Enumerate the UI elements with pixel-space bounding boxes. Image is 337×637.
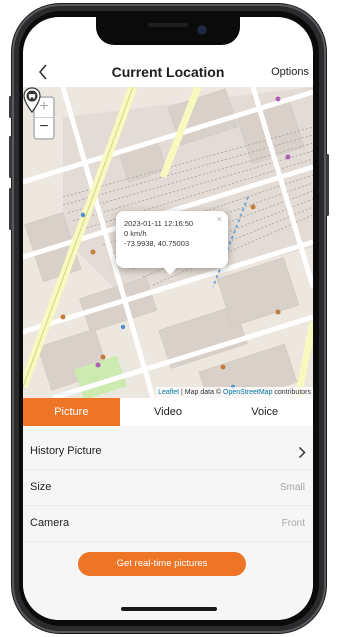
map-view[interactable]: + − 2023-01-11 12:16:50 0 km/h -73.9938,… <box>23 87 313 398</box>
home-indicator[interactable] <box>121 607 217 611</box>
volume-up-button <box>9 136 12 178</box>
popup-timestamp: 2023-01-11 12:16:50 <box>124 219 194 228</box>
tab-video[interactable]: Video <box>119 398 217 426</box>
earpiece <box>148 23 188 27</box>
camera-value: Front <box>281 518 305 529</box>
nav-header: Current Location Options <box>23 57 313 87</box>
tab-voice[interactable]: Voice <box>216 398 313 426</box>
page-title: Current Location <box>111 64 225 80</box>
mute-switch <box>9 96 12 118</box>
popup-close-icon[interactable]: × <box>217 214 222 224</box>
history-picture-label: History Picture <box>30 445 102 457</box>
history-picture-row[interactable]: History Picture <box>23 434 313 470</box>
attribution-suffix: contributors <box>272 389 311 396</box>
zoom-out-button[interactable]: − <box>35 118 53 138</box>
popup-tip <box>163 267 177 275</box>
notch <box>96 17 240 45</box>
size-label: Size <box>30 481 52 493</box>
chevron-right-icon <box>298 446 306 459</box>
size-row[interactable]: Size Small <box>23 470 313 506</box>
map-attribution: Leaflet | Map data © OpenStreetMap contr… <box>156 387 313 398</box>
options-button[interactable]: Options <box>271 66 309 78</box>
get-realtime-pictures-button[interactable]: Get real-time pictures <box>78 552 246 576</box>
front-camera <box>198 26 206 34</box>
attribution-separator: | Map data © <box>179 389 224 396</box>
settings-list: History Picture Size Small Camera Front <box>23 426 313 560</box>
camera-row[interactable]: Camera Front <box>23 506 313 542</box>
action-footer: Get real-time pictures <box>23 552 313 620</box>
popup-speed: 0 km/h <box>124 229 147 238</box>
location-popup: 2023-01-11 12:16:50 0 km/h -73.9938, 40.… <box>116 211 228 268</box>
media-tabs: Picture Video Voice <box>23 398 313 426</box>
popup-coordinates: -73.9938, 40.75003 <box>124 239 190 248</box>
power-button <box>326 154 329 216</box>
car-location-marker-icon[interactable] <box>23 87 41 113</box>
osm-link[interactable]: OpenStreetMap <box>223 389 272 396</box>
size-value: Small <box>279 482 305 493</box>
phone-screen: Current Location Options + − 2023-01-11 … <box>23 17 313 620</box>
leaflet-link[interactable]: Leaflet <box>158 389 179 396</box>
tab-picture[interactable]: Picture <box>23 398 120 426</box>
camera-label: Camera <box>30 517 70 529</box>
volume-down-button <box>9 188 12 230</box>
